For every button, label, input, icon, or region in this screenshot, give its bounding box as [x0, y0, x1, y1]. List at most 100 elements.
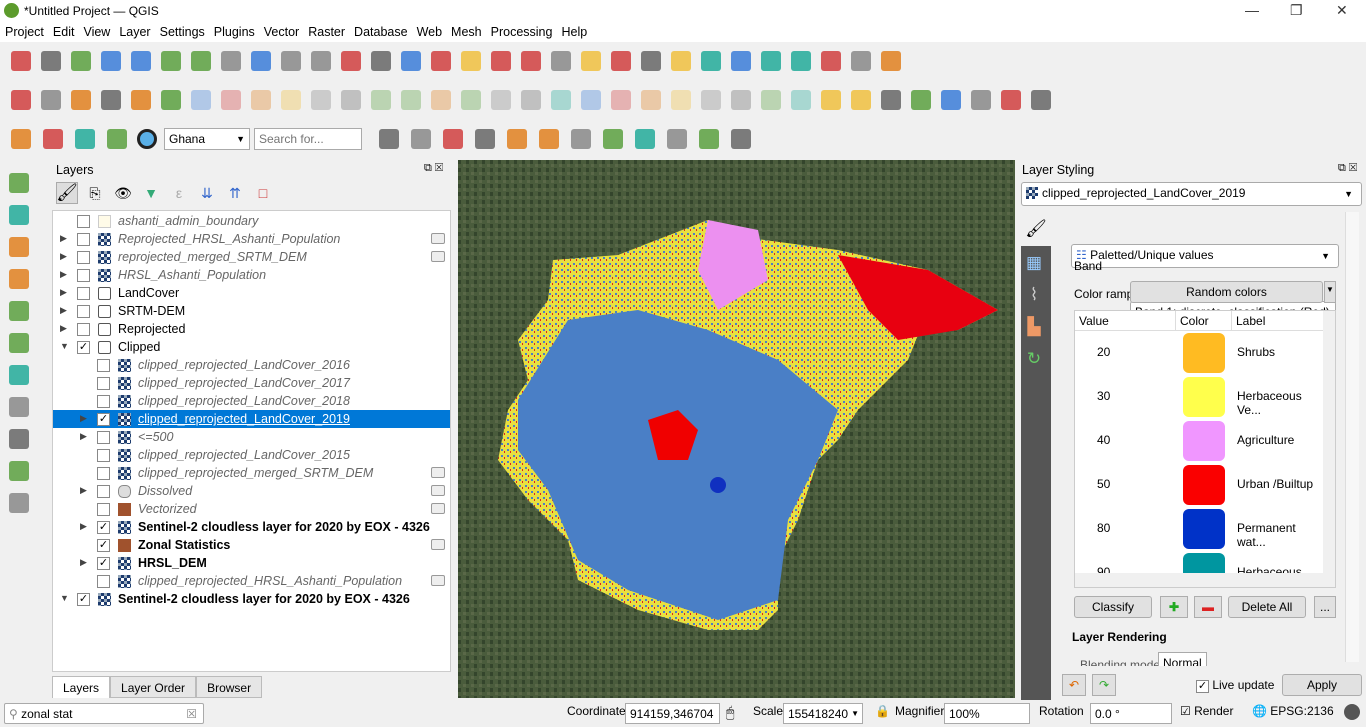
- label-3-icon[interactable]: [608, 87, 634, 113]
- layer-visibility-checkbox[interactable]: [97, 503, 110, 516]
- new-3d-view-icon[interactable]: [488, 48, 514, 74]
- zoom-next-icon[interactable]: [428, 48, 454, 74]
- layer-visibility-checkbox[interactable]: ✓: [77, 341, 90, 354]
- symbology-tab-icon[interactable]: 🖌: [1021, 212, 1051, 246]
- column-value[interactable]: Value: [1079, 314, 1109, 328]
- add-spatialite-icon[interactable]: [6, 298, 32, 324]
- color-ramp-dropdown[interactable]: ▼: [1324, 281, 1336, 303]
- edit-5-icon[interactable]: [308, 87, 334, 113]
- pan-to-selection-icon[interactable]: [188, 48, 214, 74]
- histogram-tab-icon[interactable]: ⌇: [1021, 282, 1047, 308]
- layer-tree-item[interactable]: clipped_reprojected_LandCover_2017: [53, 374, 450, 392]
- new-layer-icon[interactable]: [38, 87, 64, 113]
- map-green-icon[interactable]: [664, 126, 690, 152]
- layer-visibility-checkbox[interactable]: [77, 233, 90, 246]
- expand-arrow-icon[interactable]: ▶: [60, 269, 67, 280]
- label-4-icon[interactable]: [638, 87, 664, 113]
- layer-indicator-icon[interactable]: [431, 539, 445, 550]
- shape-icon[interactable]: [848, 87, 874, 113]
- show-bookmarks-icon[interactable]: [548, 48, 574, 74]
- database-icon[interactable]: [818, 87, 844, 113]
- layer-visibility-checkbox[interactable]: [97, 449, 110, 462]
- layer-visibility-checkbox[interactable]: ✓: [77, 593, 90, 606]
- rendering-tab-icon[interactable]: ▙: [1021, 314, 1047, 340]
- menu-vector[interactable]: Vector: [259, 22, 303, 39]
- layer-tree-item[interactable]: ashanti_admin_boundary: [53, 212, 450, 230]
- layer-visibility-checkbox[interactable]: [77, 269, 90, 282]
- layer-tree-item[interactable]: ▼ ✓ Clipped: [53, 338, 450, 356]
- layer-tree-item[interactable]: clipped_reprojected_LandCover_2016: [53, 356, 450, 374]
- layer-visibility-checkbox[interactable]: [77, 251, 90, 264]
- menu-layer[interactable]: Layer: [114, 22, 154, 39]
- toolbox-icon[interactable]: [536, 126, 562, 152]
- label-1-icon[interactable]: [548, 87, 574, 113]
- settings-icon[interactable]: [728, 48, 754, 74]
- open-project-icon[interactable]: [38, 48, 64, 74]
- layer-indicator-icon[interactable]: [431, 233, 445, 244]
- color-ramp-button[interactable]: Random colors: [1130, 281, 1323, 303]
- save-edits-icon[interactable]: [128, 87, 154, 113]
- layer-tree-item[interactable]: ▶ <=500: [53, 428, 450, 446]
- python-2-icon[interactable]: [998, 87, 1024, 113]
- delete-all-button[interactable]: Delete All: [1228, 596, 1306, 618]
- palette-class-row[interactable]: 20 Shrubs: [1075, 331, 1323, 375]
- blending-combo[interactable]: Normal: [1158, 652, 1207, 666]
- georef-2-icon[interactable]: [908, 87, 934, 113]
- layer-indicator-icon[interactable]: [431, 485, 445, 496]
- add-point-icon[interactable]: [104, 126, 130, 152]
- add-virtual-icon[interactable]: [6, 330, 32, 356]
- menu-plugins[interactable]: Plugins: [209, 22, 259, 39]
- layer-visibility-checkbox[interactable]: ✓: [97, 521, 110, 534]
- georef-1-icon[interactable]: [878, 87, 904, 113]
- delete-icon[interactable]: [368, 87, 394, 113]
- digitize-icon[interactable]: [68, 87, 94, 113]
- label-9-icon[interactable]: [788, 87, 814, 113]
- add-group-icon[interactable]: ⎘: [84, 182, 106, 204]
- python-icon[interactable]: [472, 126, 498, 152]
- menu-web[interactable]: Web: [412, 22, 446, 39]
- class-color-swatch[interactable]: [1183, 421, 1225, 461]
- data-source-manager-icon[interactable]: [8, 87, 34, 113]
- label-5-icon[interactable]: [668, 87, 694, 113]
- class-color-swatch[interactable]: [1183, 333, 1225, 373]
- undo-icon[interactable]: [488, 87, 514, 113]
- layer-tree-item[interactable]: ▶ ✓ clipped_reprojected_LandCover_2019: [53, 410, 450, 428]
- layer-tree-item[interactable]: ▶ Dissolved: [53, 482, 450, 500]
- class-color-swatch[interactable]: [1183, 509, 1225, 549]
- collapse-all-icon[interactable]: ⇈: [224, 182, 246, 204]
- locator-combo[interactable]: Ghana ▼: [164, 128, 250, 150]
- layer-visibility-checkbox[interactable]: [77, 215, 90, 228]
- expand-arrow-icon[interactable]: ▶: [80, 413, 87, 424]
- table-hscrollbar[interactable]: [1075, 573, 1323, 587]
- menu-mesh[interactable]: Mesh: [446, 22, 486, 39]
- transparency-tab-icon[interactable]: ▦: [1021, 250, 1047, 276]
- add-wcs-icon[interactable]: [6, 458, 32, 484]
- add-class-button[interactable]: ✚: [1160, 596, 1188, 618]
- text-annotation-icon[interactable]: [878, 48, 904, 74]
- menu-settings[interactable]: Settings: [155, 22, 209, 39]
- minimize-button[interactable]: —: [1245, 2, 1259, 18]
- layer-tree-item[interactable]: clipped_reprojected_LandCover_2015: [53, 446, 450, 464]
- tab-layers[interactable]: Layers: [52, 676, 111, 698]
- layer-visibility-checkbox[interactable]: [77, 323, 90, 336]
- add-vector-icon[interactable]: [6, 170, 32, 196]
- add-wfs-icon[interactable]: [6, 426, 32, 452]
- layer-visibility-checkbox[interactable]: [77, 287, 90, 300]
- statistics-icon[interactable]: [758, 48, 784, 74]
- expand-arrow-icon[interactable]: ▶: [80, 485, 87, 496]
- expand-arrow-icon[interactable]: ▶: [60, 287, 67, 298]
- layer-tree-item[interactable]: ▶ LandCover: [53, 284, 450, 302]
- layer-visibility-checkbox[interactable]: [97, 485, 110, 498]
- add-delimited-icon[interactable]: [6, 266, 32, 292]
- mouse-pointer-icon[interactable]: 🖱: [726, 704, 734, 721]
- expand-arrow-icon[interactable]: ▶: [60, 233, 67, 244]
- messages-icon[interactable]: [1344, 704, 1360, 720]
- vertex-tool-icon[interactable]: [158, 87, 184, 113]
- column-label[interactable]: Label: [1231, 311, 1269, 331]
- lock-icon[interactable]: 🔒: [875, 704, 890, 718]
- classify-button[interactable]: Classify: [1074, 596, 1152, 618]
- save-as-icon[interactable]: [98, 48, 124, 74]
- magnifier-spinbox[interactable]: 100%: [944, 703, 1030, 724]
- print-layout-icon[interactable]: [128, 48, 154, 74]
- remove-class-button[interactable]: ▬: [1194, 596, 1222, 618]
